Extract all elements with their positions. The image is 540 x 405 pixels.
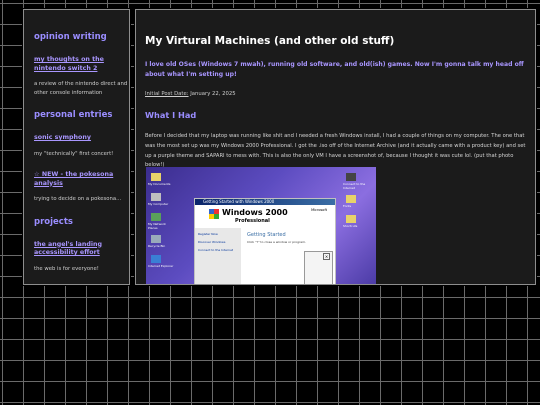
desktop-icon-label: My Computer	[148, 202, 169, 206]
connect-icon	[346, 173, 356, 181]
section-opinion-writing: opinion writing my thoughts on the ninte…	[34, 32, 129, 97]
windows-logo-icon	[209, 209, 219, 219]
windows-brand: Windows 2000	[222, 208, 288, 217]
section-heading: What I Had	[145, 110, 197, 120]
post-panel: My Virtural Machines (and other old stuf…	[135, 9, 536, 285]
microsoft-logo: Microsoft	[311, 208, 327, 212]
date-label: Initial Post Date:	[145, 91, 189, 97]
getting-started-window: Getting Started with Windows 2000 Window…	[194, 198, 336, 284]
register-link: Register Now	[198, 232, 218, 236]
link-description: trying to decide on a pokesona...	[34, 196, 122, 202]
section-title: projects	[34, 216, 73, 227]
section-projects: projects the angel's landing accessibili…	[34, 217, 129, 274]
desktop-icon-label: Recycle Bin	[148, 244, 166, 248]
network-icon	[151, 213, 161, 221]
section-title: personal entries	[34, 110, 113, 120]
post-lead: I love old OSes (Windows 7 mwah), runnin…	[145, 61, 524, 78]
link-pokesona-analysis[interactable]: ☆ NEW - the pokesona analysis	[34, 171, 129, 188]
post-paragraph: Before I decided that my laptop was runn…	[145, 133, 526, 169]
vm-screenshot-image: My Documents My Computer My Network Plac…	[146, 167, 376, 284]
desktop-icon-label: Fonts	[343, 204, 352, 208]
desktop-icon-label: My Network Places	[148, 222, 166, 230]
internet-explorer-icon	[151, 255, 161, 263]
folder-icon	[346, 215, 356, 223]
folder-icon	[151, 173, 161, 181]
date-value: January 22, 2025	[190, 91, 236, 97]
getting-started-heading: Getting Started	[247, 232, 286, 238]
close-icon: ×	[323, 253, 330, 260]
section-personal-entries: personal entries sonic symphony my "tech…	[34, 110, 129, 204]
desktop-icon-label: Connect to the Internet	[343, 182, 366, 190]
sidebar-panel: opinion writing my thoughts on the ninte…	[23, 9, 130, 285]
link-switch-2-thoughts[interactable]: my thoughts on the nintendo switch 2	[34, 56, 129, 73]
desktop-icon-label: Internet Explorer	[148, 264, 174, 268]
post-date: Initial Post Date: January 22, 2025	[145, 91, 527, 97]
post-title: My Virtural Machines (and other old stuf…	[145, 35, 395, 47]
discover-link: Discover Windows	[198, 240, 226, 244]
link-description: the web is for everyone!	[34, 265, 99, 272]
windows-edition: Professional	[235, 218, 270, 224]
window-left-links: Register Now Discover Windows Connect to…	[195, 228, 241, 284]
folder-icon	[346, 195, 356, 203]
window-content: Getting Started Click "?" to close a win…	[247, 232, 306, 244]
mini-dialog: ×	[304, 251, 333, 284]
desktop-icon-label: My Documents	[148, 182, 171, 186]
link-description: a review of the nintendo direct and othe…	[34, 81, 128, 96]
link-description: my "technically" first concert!	[34, 150, 114, 157]
getting-started-hint: Click "?" to close a window or program.	[247, 240, 306, 244]
recycle-bin-icon	[151, 235, 161, 243]
desktop-icon-label: Shortcuts	[343, 224, 358, 228]
computer-icon	[151, 193, 161, 201]
link-sonic-symphony[interactable]: sonic symphony	[34, 134, 129, 143]
connect-link: Connect to the Internet	[198, 248, 234, 252]
section-title: opinion writing	[34, 32, 107, 42]
window-banner: Windows 2000 Professional Microsoft	[195, 205, 335, 227]
link-angels-landing[interactable]: the angel's landing accessibility effort	[34, 241, 129, 258]
